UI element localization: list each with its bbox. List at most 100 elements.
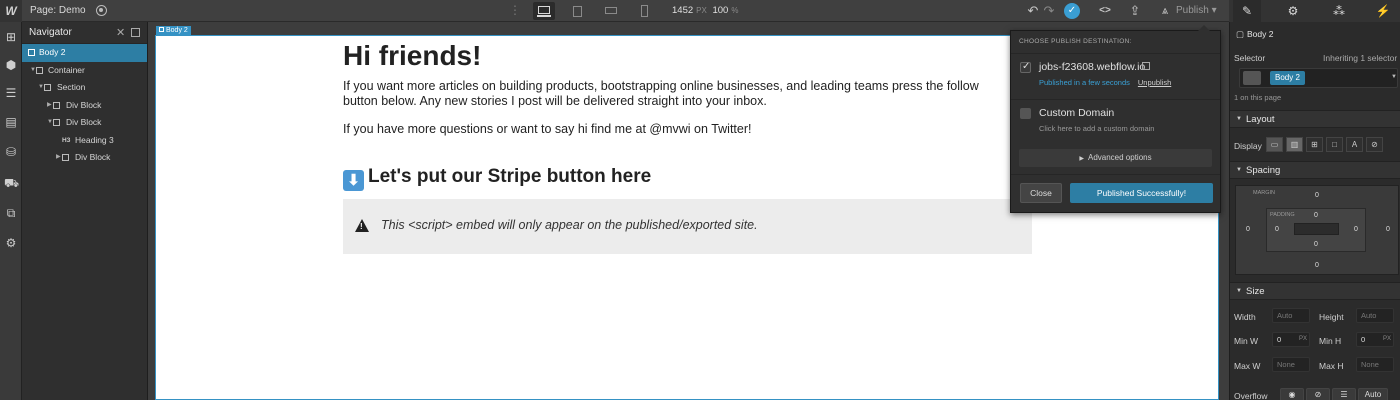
- add-element-icon[interactable]: ⊞: [4, 30, 18, 44]
- desktop-breakpoint-button[interactable]: [533, 2, 555, 20]
- caret-right-icon[interactable]: ▶: [47, 97, 52, 115]
- min-width-input[interactable]: 0 PX: [1272, 332, 1310, 347]
- margin-top[interactable]: 0: [1315, 192, 1319, 199]
- overflow-hidden-icon[interactable]: ⊘: [1306, 388, 1330, 400]
- min-height-input[interactable]: 0 PX: [1356, 332, 1394, 347]
- min-width-value: 0: [1277, 335, 1282, 344]
- nav-item-section[interactable]: ▼ Section: [22, 79, 147, 97]
- contact-paragraph[interactable]: If you have more questions or want to sa…: [343, 122, 751, 137]
- margin-left[interactable]: 0: [1246, 226, 1250, 233]
- heading-tag-icon: H3: [62, 136, 71, 144]
- nav-item-div-block[interactable]: ▶ Div Block: [22, 149, 147, 167]
- overflow-visible-eye-icon[interactable]: ◉: [1280, 388, 1304, 400]
- interactions-tab-drops-icon[interactable]: ⁂: [1325, 0, 1353, 22]
- min-height-unit[interactable]: PX: [1383, 333, 1391, 346]
- phone-portrait-icon: [641, 5, 648, 17]
- nav-item-label: Container: [48, 64, 85, 75]
- height-input[interactable]: Auto: [1356, 308, 1394, 323]
- display-flex-button[interactable]: ▥: [1286, 137, 1303, 152]
- lightning-tab-icon[interactable]: ⚡: [1369, 0, 1397, 22]
- margin-bottom[interactable]: 0: [1315, 262, 1319, 269]
- style-tab-brush-icon[interactable]: ✎: [1233, 0, 1261, 22]
- size-section-header[interactable]: ▼ Size: [1230, 282, 1400, 300]
- redo-icon[interactable]: ↷: [1040, 3, 1058, 19]
- ecommerce-cart-icon[interactable]: ⛟: [4, 176, 19, 190]
- spacing-title: Spacing: [1246, 165, 1281, 176]
- settings-gear-icon[interactable]: ⚙: [4, 236, 18, 250]
- unpublish-link[interactable]: Unpublish: [1138, 78, 1171, 87]
- caret-right-icon[interactable]: ▶: [56, 149, 61, 167]
- intro-paragraph-line-2[interactable]: button below. Any new stories I post wil…: [343, 94, 767, 109]
- published-successfully-button[interactable]: Published Successfully!: [1070, 183, 1213, 203]
- more-options-icon[interactable]: ⋮: [509, 3, 521, 17]
- pages-icon[interactable]: ▤: [4, 115, 18, 129]
- destination-status: Published in a few seconds Unpublish: [1039, 78, 1171, 87]
- destination-checkbox[interactable]: [1020, 108, 1031, 119]
- display-inline-block-button[interactable]: □: [1326, 137, 1343, 152]
- close-icon[interactable]: ✕: [116, 22, 125, 44]
- assets-icon[interactable]: ⧉: [4, 206, 18, 220]
- dock-panel-icon[interactable]: [131, 28, 140, 37]
- publish-button[interactable]: Publish ▾: [1176, 0, 1217, 22]
- navigator-icon[interactable]: ☰: [4, 86, 18, 100]
- cms-database-icon[interactable]: ⛁: [4, 145, 18, 159]
- saved-check-icon[interactable]: ✓: [1064, 3, 1080, 19]
- page-heading[interactable]: Hi friends!: [343, 40, 481, 72]
- advanced-options-toggle[interactable]: ▶ Advanced options: [1019, 149, 1212, 167]
- margin-right[interactable]: 0: [1386, 226, 1390, 233]
- advanced-options-label: Advanced options: [1088, 153, 1152, 162]
- max-height-input[interactable]: None: [1356, 357, 1394, 372]
- script-embed-placeholder[interactable]: This <script> embed will only appear on …: [343, 199, 1032, 254]
- selector-field[interactable]: Body 2 ▼: [1239, 68, 1398, 88]
- external-link-icon[interactable]: [1142, 62, 1150, 70]
- nav-item-container[interactable]: ▼ Container: [22, 62, 147, 80]
- preview-eye-icon[interactable]: [96, 5, 107, 16]
- nav-item-div-block[interactable]: ▼ Div Block: [22, 114, 147, 132]
- nav-item-div-block[interactable]: ▶ Div Block: [22, 97, 147, 115]
- display-block-button[interactable]: ▭: [1266, 137, 1283, 152]
- width-input[interactable]: Auto: [1272, 308, 1310, 323]
- selector-edit-icon[interactable]: [1243, 71, 1261, 85]
- intro-paragraph-line-1[interactable]: If you want more articles on building pr…: [343, 79, 979, 94]
- padding-left[interactable]: 0: [1275, 226, 1279, 233]
- tablet-breakpoint-button[interactable]: [566, 2, 588, 20]
- caret-right-icon: ▶: [1079, 156, 1084, 162]
- export-icon[interactable]: ⇪: [1126, 3, 1144, 19]
- destination-custom-domain[interactable]: Custom Domain Click here to add a custom…: [1011, 105, 1220, 141]
- code-export-icon[interactable]: <>: [1096, 3, 1114, 19]
- stripe-heading[interactable]: ⬇ Let's put our Stripe button here: [343, 166, 651, 191]
- nav-item-heading-3[interactable]: H3 Heading 3: [22, 132, 147, 150]
- display-grid-button[interactable]: ⊞: [1306, 137, 1323, 152]
- destination-checkbox[interactable]: [1020, 61, 1031, 73]
- box-model-editor[interactable]: MARGIN 0 0 0 0 PADDING 0 0 0 0: [1235, 185, 1399, 275]
- layout-section-header[interactable]: ▼ Layout: [1230, 110, 1400, 128]
- inheriting-selector-link[interactable]: Inheriting 1 selector: [1323, 53, 1397, 63]
- padding-right[interactable]: 0: [1354, 226, 1358, 233]
- selector-tag[interactable]: Body 2: [1270, 71, 1305, 85]
- spacing-section-header[interactable]: ▼ Spacing: [1230, 161, 1400, 179]
- close-button[interactable]: Close: [1020, 183, 1062, 203]
- padding-top[interactable]: 0: [1314, 212, 1318, 219]
- destination-webflow-io[interactable]: jobs-f23608.webflow.io Published in a fe…: [1011, 59, 1220, 95]
- element-box-icon: [62, 154, 69, 161]
- audit-icon[interactable]: ⩓: [1156, 3, 1174, 19]
- nav-item-body[interactable]: Body 2: [22, 44, 147, 62]
- overflow-scroll-icon[interactable]: ☰: [1332, 388, 1356, 400]
- mobile-landscape-breakpoint-button[interactable]: [600, 2, 622, 20]
- chevron-down-icon: ▾: [1211, 5, 1217, 16]
- display-inline-button[interactable]: A: [1346, 137, 1363, 152]
- min-width-unit[interactable]: PX: [1299, 333, 1307, 346]
- webflow-logo[interactable]: W: [0, 0, 22, 22]
- tablet-icon: [573, 6, 582, 17]
- overflow-auto-button[interactable]: Auto: [1358, 388, 1388, 400]
- page-selector[interactable]: Page: Demo: [30, 0, 86, 22]
- symbols-cube-icon[interactable]: ⬢: [4, 58, 18, 72]
- selected-element-badge[interactable]: Body 2: [156, 26, 191, 36]
- chevron-down-icon[interactable]: ▼: [1391, 74, 1397, 80]
- display-none-button[interactable]: ⊘: [1366, 137, 1383, 152]
- padding-bottom[interactable]: 0: [1314, 241, 1318, 248]
- max-width-input[interactable]: None: [1272, 357, 1310, 372]
- add-custom-domain-link[interactable]: Click here to add a custom domain: [1039, 124, 1154, 133]
- settings-tab-gear-icon[interactable]: ⚙: [1279, 0, 1307, 22]
- mobile-portrait-breakpoint-button[interactable]: [633, 2, 655, 20]
